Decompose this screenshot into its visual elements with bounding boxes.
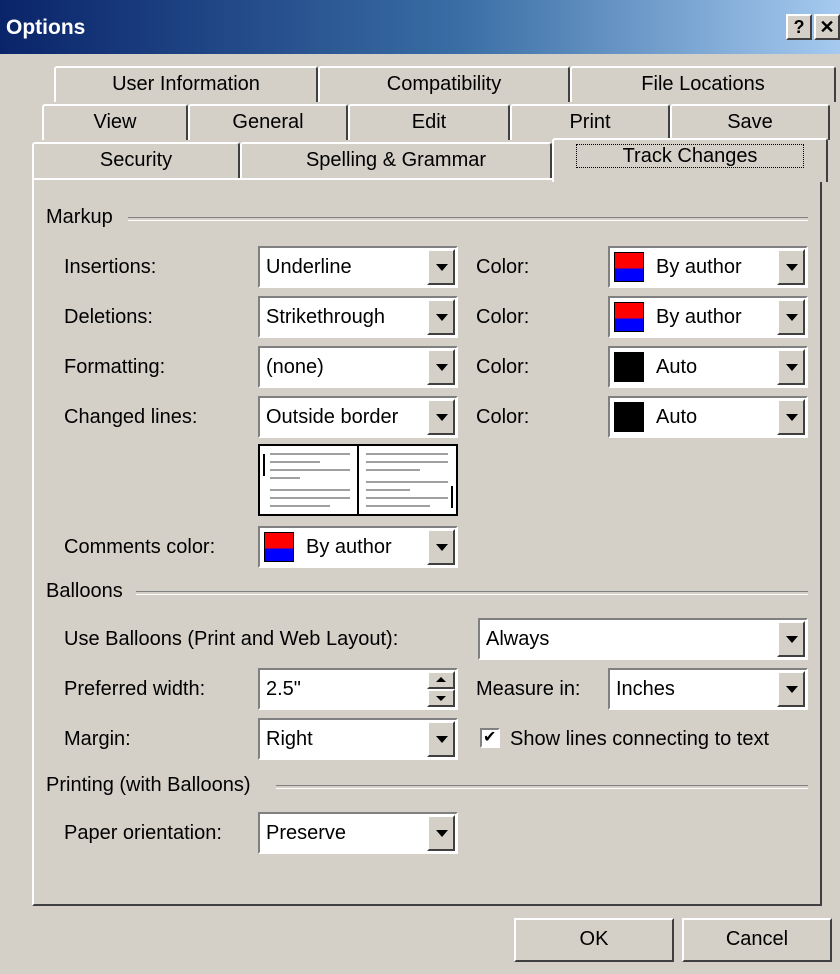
- deletions-label: Deletions:: [64, 306, 153, 328]
- margin-label: Margin:: [64, 728, 131, 750]
- chevron-down-icon[interactable]: [777, 621, 805, 657]
- comments-color-value: By author: [306, 536, 392, 558]
- insertions-label: Insertions:: [64, 256, 157, 278]
- markup-group-label: Markup: [46, 206, 113, 228]
- show-lines-checkbox[interactable]: [480, 727, 500, 748]
- chevron-down-icon[interactable]: [427, 399, 455, 435]
- insertions-select[interactable]: Underline: [258, 246, 458, 288]
- chevron-down-icon[interactable]: [427, 721, 455, 757]
- chevron-down-icon[interactable]: [777, 399, 805, 435]
- changed-lines-label: Changed lines:: [64, 406, 198, 428]
- chevron-down-icon[interactable]: [777, 671, 805, 707]
- comments-color-label: Comments color:: [64, 536, 216, 558]
- insertions-color-label: Color:: [476, 256, 530, 278]
- show-lines-label[interactable]: Show lines connecting to text: [510, 728, 769, 751]
- preferred-width-value: 2.5": [266, 678, 301, 700]
- chevron-down-icon[interactable]: [427, 299, 455, 335]
- changed-lines-color-label: Color:: [476, 406, 530, 428]
- paper-orientation-value: Preserve: [266, 822, 347, 844]
- ok-button[interactable]: OK: [514, 918, 674, 962]
- color-swatch-icon: [614, 302, 644, 332]
- use-balloons-value: Always: [486, 628, 550, 650]
- color-swatch-icon: [614, 402, 644, 432]
- spin-up-icon[interactable]: [427, 671, 455, 689]
- cancel-button[interactable]: Cancel: [682, 918, 832, 962]
- insertions-color-select[interactable]: By author: [608, 246, 808, 288]
- paper-orientation-select[interactable]: Preserve: [258, 812, 458, 854]
- changed-lines-value: Outside border: [266, 406, 399, 428]
- deletions-value: Strikethrough: [266, 306, 385, 328]
- deletions-color-value: By author: [656, 306, 742, 328]
- comments-color-select[interactable]: By author: [258, 526, 458, 568]
- use-balloons-select[interactable]: Always: [478, 618, 808, 660]
- chevron-down-icon[interactable]: [427, 815, 455, 851]
- chevron-down-icon[interactable]: [427, 529, 455, 565]
- use-balloons-label: Use Balloons (Print and Web Layout):: [64, 628, 399, 650]
- chevron-down-icon[interactable]: [777, 249, 805, 285]
- formatting-select[interactable]: (none): [258, 346, 458, 388]
- changed-lines-preview: [258, 444, 458, 516]
- insertions-color-value: By author: [656, 256, 742, 278]
- insertions-value: Underline: [266, 256, 352, 278]
- preferred-width-label: Preferred width:: [64, 678, 206, 700]
- measure-in-value: Inches: [616, 678, 675, 700]
- preferred-width-spinner[interactable]: 2.5": [258, 668, 458, 710]
- changed-lines-select[interactable]: Outside border: [258, 396, 458, 438]
- group-divider: [136, 591, 808, 595]
- measure-in-select[interactable]: Inches: [608, 668, 808, 710]
- spinner-buttons[interactable]: [427, 671, 455, 707]
- paper-orientation-label: Paper orientation:: [64, 822, 222, 844]
- color-swatch-icon: [614, 352, 644, 382]
- changed-lines-color-select[interactable]: Auto: [608, 396, 808, 438]
- margin-select[interactable]: Right: [258, 718, 458, 760]
- preview-lines-icon: [263, 446, 453, 514]
- color-swatch-icon: [614, 252, 644, 282]
- chevron-down-icon[interactable]: [427, 349, 455, 385]
- chevron-down-icon[interactable]: [777, 299, 805, 335]
- printing-group-label: Printing (with Balloons): [46, 774, 251, 796]
- formatting-value: (none): [266, 356, 324, 378]
- formatting-color-value: Auto: [656, 356, 698, 378]
- color-swatch-icon: [264, 532, 294, 562]
- deletions-color-select[interactable]: By author: [608, 296, 808, 338]
- margin-value: Right: [266, 728, 313, 750]
- chevron-down-icon[interactable]: [427, 249, 455, 285]
- deletions-select[interactable]: Strikethrough: [258, 296, 458, 338]
- deletions-color-label: Color:: [476, 306, 530, 328]
- changed-lines-color-value: Auto: [656, 406, 698, 428]
- group-divider: [128, 217, 808, 221]
- chevron-down-icon[interactable]: [777, 349, 805, 385]
- group-divider: [276, 785, 808, 789]
- formatting-color-label: Color:: [476, 356, 530, 378]
- balloons-group-label: Balloons: [46, 580, 123, 602]
- measure-in-label: Measure in:: [476, 678, 581, 700]
- formatting-label: Formatting:: [64, 356, 166, 378]
- formatting-color-select[interactable]: Auto: [608, 346, 808, 388]
- spin-down-icon[interactable]: [427, 689, 455, 707]
